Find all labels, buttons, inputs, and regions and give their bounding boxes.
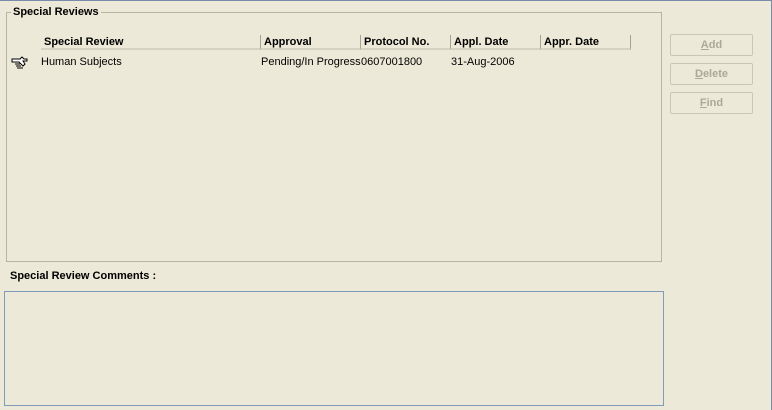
special-reviews-group: Special Reviews Special Review Approval … xyxy=(6,6,662,262)
add-button[interactable]: Add xyxy=(670,34,753,56)
comments-textarea[interactable] xyxy=(4,291,664,406)
cell-appl-date[interactable]: 31-Aug-2006 xyxy=(451,55,515,70)
find-button[interactable]: Find xyxy=(670,92,753,114)
comments-label: Special Review Comments : xyxy=(10,270,157,282)
grid-header: Special Review Approval Protocol No. App… xyxy=(41,35,631,50)
delete-button[interactable]: Delete xyxy=(670,63,753,85)
action-buttons: Add Delete Find xyxy=(670,34,753,121)
cell-protocol-no[interactable]: 0607001800 xyxy=(361,55,422,70)
column-header-protocol-no[interactable]: Protocol No. xyxy=(361,35,451,50)
cell-approval[interactable]: Pending/In Progress xyxy=(261,55,361,70)
cell-special-review[interactable]: Human Subjects xyxy=(41,55,122,70)
column-header-appr-date[interactable]: Appr. Date xyxy=(541,35,631,50)
current-row-pointer-icon xyxy=(11,56,28,69)
column-header-special-review[interactable]: Special Review xyxy=(41,35,261,50)
table-row[interactable]: Human Subjects Pending/In Progress 06070… xyxy=(9,55,659,70)
special-reviews-title: Special Reviews xyxy=(13,6,99,18)
column-header-approval[interactable]: Approval xyxy=(261,35,361,50)
column-header-appl-date[interactable]: Appl. Date xyxy=(451,35,541,50)
